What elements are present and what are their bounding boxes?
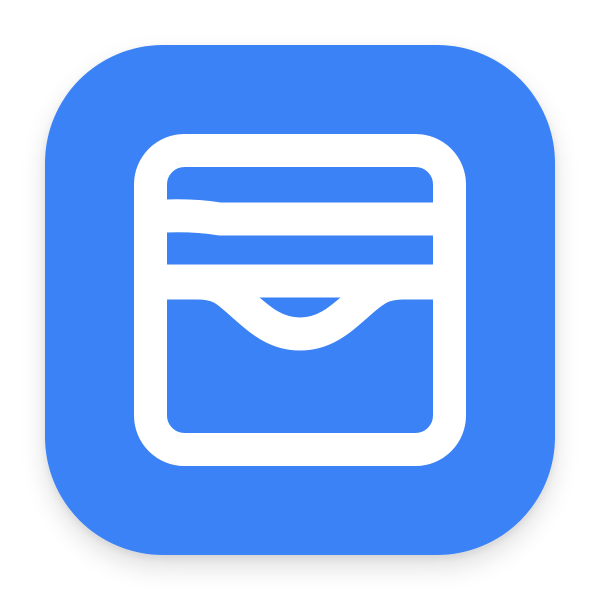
app-icon[interactable] (45, 45, 555, 555)
icon-background (45, 45, 555, 555)
card-slot-line-1 (165, 199, 434, 236)
wallet-icon (45, 45, 555, 555)
icon-stage (0, 0, 600, 600)
